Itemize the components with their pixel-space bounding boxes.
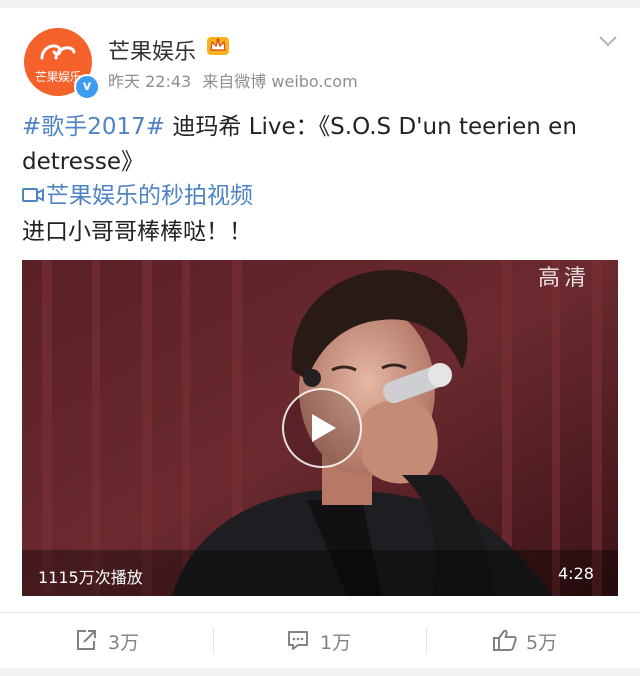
post-text-line-4: 进口小哥哥棒棒哒！！ [22, 219, 252, 245]
mango-logo-icon [40, 44, 76, 60]
video-duration: 4:28 [558, 564, 594, 583]
bottom-divider [0, 668, 640, 676]
video-player[interactable]: 高清 1115万次播放 4:28 [22, 260, 618, 596]
comment-icon [288, 631, 308, 650]
post-text-title: 迪玛希 Live：《S.O.S D'un teerien en [165, 114, 577, 140]
video-quality-label: 高清 [538, 266, 591, 291]
action-separator [213, 628, 214, 654]
comment-count: 1万 [320, 632, 352, 654]
video-play-count: 1115万次播放 [38, 568, 143, 587]
author-name[interactable]: 芒果娱乐 [108, 34, 196, 66]
post-text-line-2: detresse》 [22, 149, 144, 175]
repost-icon [77, 630, 96, 650]
post-source[interactable]: 来自微博 weibo.com [202, 72, 357, 91]
actions-divider [0, 612, 640, 613]
video-link[interactable]: 芒果娱乐的秒拍视频 [22, 181, 253, 211]
top-divider [0, 0, 640, 8]
crown-icon[interactable] [206, 34, 230, 56]
play-button[interactable] [282, 388, 362, 468]
video-camera-icon [22, 188, 44, 202]
post-time: 昨天 22:43 [108, 72, 192, 91]
post-meta: 昨天 22:43 来自微博 weibo.com [108, 68, 364, 92]
repost-count: 3万 [108, 632, 140, 654]
thumbs-up-icon [493, 629, 517, 651]
video-link-label[interactable]: 芒果娱乐的秒拍视频 [46, 183, 253, 209]
post-text-line-1: #歌手2017# 迪玛希 Live：《S.O.S D'un teerien en [22, 112, 622, 142]
weibo-post-card: 芒果娱乐 v 芒果娱乐 昨天 22:43 来自微博 weibo.com #歌手2… [0, 0, 640, 676]
action-separator [426, 628, 427, 654]
like-count: 5万 [526, 632, 558, 654]
play-icon [312, 414, 336, 442]
chevron-down-icon[interactable] [598, 34, 618, 48]
verified-badge-icon: v [74, 74, 100, 100]
hashtag-link[interactable]: #歌手2017# [22, 114, 165, 140]
